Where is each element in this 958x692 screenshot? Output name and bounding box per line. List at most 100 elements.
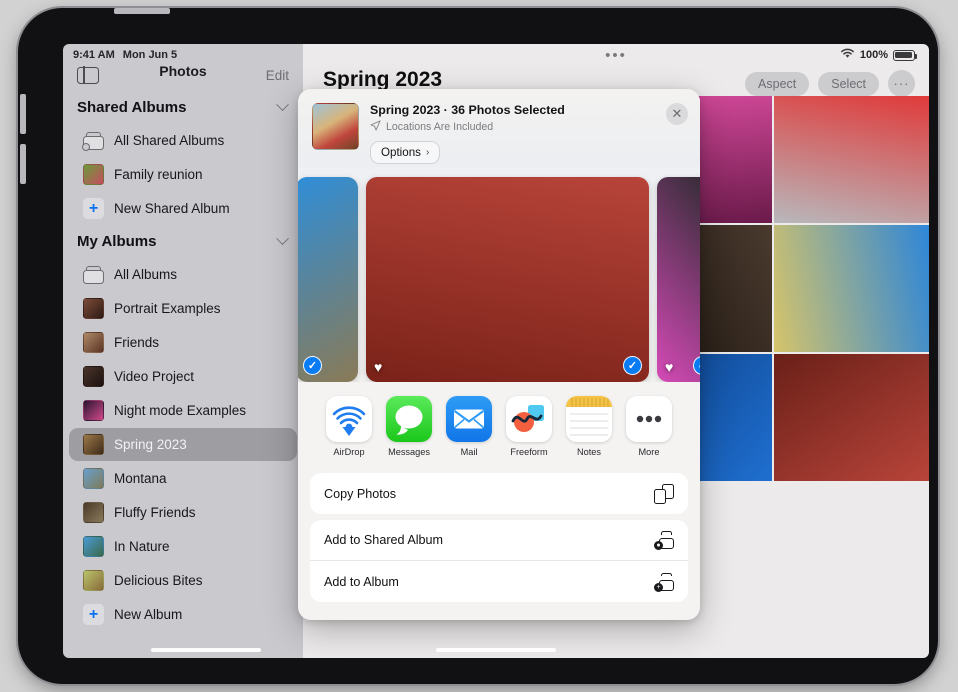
sidebar-item-label: Delicious Bites bbox=[114, 573, 203, 588]
sidebar-item-new-album[interactable]: +New Album bbox=[69, 598, 297, 631]
album-thumbnail bbox=[83, 468, 104, 489]
sidebar-list[interactable]: Shared Albums All Shared Albums Family reu… bbox=[63, 88, 303, 658]
share-app-messages[interactable]: Messages bbox=[382, 396, 436, 457]
share-app-airdrop[interactable]: AirDrop bbox=[322, 396, 376, 457]
album-thumbnail bbox=[83, 164, 104, 185]
share-app-label: Freeform bbox=[502, 447, 556, 457]
sidebar-item-in-nature[interactable]: In Nature bbox=[69, 530, 297, 563]
share-app-freeform[interactable]: Freeform bbox=[502, 396, 556, 457]
album-thumbnail bbox=[83, 298, 104, 319]
share-app-mail[interactable]: Mail bbox=[442, 396, 496, 457]
album-icon bbox=[83, 265, 104, 284]
sidebar-item-label: Portrait Examples bbox=[114, 301, 221, 316]
ipad-device-frame: 9:41 AM Mon Jun 5 100% bbox=[18, 8, 938, 684]
messages-icon[interactable] bbox=[386, 396, 432, 442]
copy-icon bbox=[654, 484, 674, 504]
share-app-label: Notes bbox=[562, 447, 616, 457]
sidebar-item-label: Montana bbox=[114, 471, 167, 486]
sidebar-item-label: In Nature bbox=[114, 539, 170, 554]
copy-photos-row[interactable]: Copy Photos bbox=[310, 473, 688, 514]
edit-button[interactable]: Edit bbox=[266, 68, 289, 83]
sidebar-item-friends[interactable]: Friends bbox=[69, 326, 297, 359]
album-thumbnail bbox=[83, 434, 104, 455]
share-actions-group-1[interactable]: Copy Photos bbox=[310, 473, 688, 514]
sidebar-item-all-albums[interactable]: All Albums bbox=[69, 258, 297, 291]
sidebar-item-new-shared-album[interactable]: + New Shared Album bbox=[69, 192, 297, 225]
sidebar-section-my-albums[interactable]: My Albums bbox=[63, 226, 303, 257]
album-thumbnail bbox=[83, 536, 104, 557]
sidebar-item-label: All Shared Albums bbox=[114, 133, 224, 148]
share-apps-row[interactable]: AirDrop Messages Mail Freeform Notes More bbox=[298, 382, 700, 467]
photo-red-flower[interactable] bbox=[774, 354, 929, 481]
sidebar-section-title: My Albums bbox=[77, 233, 156, 250]
aspect-button[interactable]: Aspect bbox=[745, 72, 809, 96]
freeform-icon[interactable] bbox=[506, 396, 552, 442]
add-to-shared-album-row[interactable]: Add to Shared Album● bbox=[310, 520, 688, 561]
sidebar-item-family-reunion[interactable]: Family reunion bbox=[69, 158, 297, 191]
album-thumbnail bbox=[83, 502, 104, 523]
more-options-button[interactable]: ··· bbox=[888, 70, 915, 97]
sidebar-item-label: Night mode Examples bbox=[114, 403, 246, 418]
home-indicator bbox=[151, 648, 261, 652]
chevron-down-icon[interactable] bbox=[276, 232, 289, 245]
carousel-photo-braids-pink[interactable]: ♥✓ bbox=[657, 177, 700, 382]
sidebar-item-night-mode-examples[interactable]: Night mode Examples bbox=[69, 394, 297, 427]
plus-icon: + bbox=[83, 604, 104, 625]
share-app-notes[interactable]: Notes bbox=[562, 396, 616, 457]
photo-friends-sky[interactable] bbox=[774, 225, 929, 352]
sidebar-item-label: New Shared Album bbox=[114, 201, 230, 216]
sidebar-section-title: Shared Albums bbox=[77, 99, 186, 116]
share-sheet: Spring 2023 · 36 Photos Selected Locatio… bbox=[298, 89, 700, 620]
photo-red-fabric-dance[interactable] bbox=[774, 96, 929, 223]
grabber-dots-icon[interactable]: ••• bbox=[605, 53, 627, 59]
close-icon[interactable]: ✕ bbox=[666, 103, 688, 125]
select-button[interactable]: Select bbox=[818, 72, 879, 96]
carousel-photo-hillside[interactable]: ✓ bbox=[298, 177, 358, 382]
power-button[interactable] bbox=[114, 8, 170, 14]
plus-icon: + bbox=[83, 198, 104, 219]
main-toolbar: Aspect Select ··· bbox=[745, 70, 915, 97]
selected-photos-carousel[interactable]: ✓♥✓♥✓ bbox=[298, 167, 700, 382]
share-subtitle-row: Locations Are Included bbox=[370, 120, 565, 134]
shared-album-add-icon: ● bbox=[654, 530, 674, 550]
options-button[interactable]: Options › bbox=[370, 141, 440, 164]
sidebar-item-label: Family reunion bbox=[114, 167, 203, 182]
album-thumbnail bbox=[83, 400, 104, 421]
notes-icon[interactable] bbox=[566, 396, 612, 442]
carousel-photo-allium-flower[interactable]: ♥✓ bbox=[366, 177, 649, 382]
share-app-more[interactable]: More bbox=[622, 396, 676, 457]
share-action-label: Copy Photos bbox=[324, 487, 396, 501]
chevron-down-icon[interactable] bbox=[276, 98, 289, 111]
carousel-track[interactable]: ✓♥✓♥✓ bbox=[298, 177, 700, 382]
share-subtitle: Locations Are Included bbox=[386, 121, 493, 133]
more-icon[interactable] bbox=[626, 396, 672, 442]
chevron-right-icon: › bbox=[426, 147, 429, 158]
album-add-icon: + bbox=[654, 572, 674, 592]
selected-check-icon[interactable]: ✓ bbox=[623, 356, 642, 375]
volume-up-button[interactable] bbox=[20, 94, 26, 134]
share-title: Spring 2023 · 36 Photos Selected bbox=[370, 103, 565, 117]
sidebar-item-all-shared-albums[interactable]: All Shared Albums bbox=[69, 124, 297, 157]
sidebar-section-shared-albums[interactable]: Shared Albums bbox=[63, 92, 303, 123]
airdrop-icon[interactable] bbox=[326, 396, 372, 442]
share-actions-group-2[interactable]: Add to Shared Album● Add to Album + bbox=[310, 520, 688, 602]
share-app-label: Mail bbox=[442, 447, 496, 457]
selected-check-icon[interactable]: ✓ bbox=[693, 356, 700, 375]
album-thumbnail bbox=[83, 366, 104, 387]
volume-down-button[interactable] bbox=[20, 144, 26, 184]
options-label: Options bbox=[381, 146, 421, 159]
selected-check-icon[interactable]: ✓ bbox=[303, 356, 322, 375]
add-to-album-row[interactable]: Add to Album + bbox=[310, 561, 688, 602]
sidebar-item-portrait-examples[interactable]: Portrait Examples bbox=[69, 292, 297, 325]
share-sheet-header: Spring 2023 · 36 Photos Selected Locatio… bbox=[298, 89, 700, 167]
sidebar-item-delicious-bites[interactable]: Delicious Bites bbox=[69, 564, 297, 597]
share-app-label: AirDrop bbox=[322, 447, 376, 457]
location-arrow-icon bbox=[370, 120, 381, 134]
sidebar-item-montana[interactable]: Montana bbox=[69, 462, 297, 495]
mail-icon[interactable] bbox=[446, 396, 492, 442]
share-action-label: Add to Album bbox=[324, 575, 399, 589]
sidebar-item-spring-2023[interactable]: Spring 2023 bbox=[69, 428, 297, 461]
sidebar-item-fluffy-friends[interactable]: Fluffy Friends bbox=[69, 496, 297, 529]
sidebar-item-video-project[interactable]: Video Project bbox=[69, 360, 297, 393]
photos-sidebar: Photos Edit Shared AlbumsAll Shared Albu… bbox=[63, 44, 303, 658]
